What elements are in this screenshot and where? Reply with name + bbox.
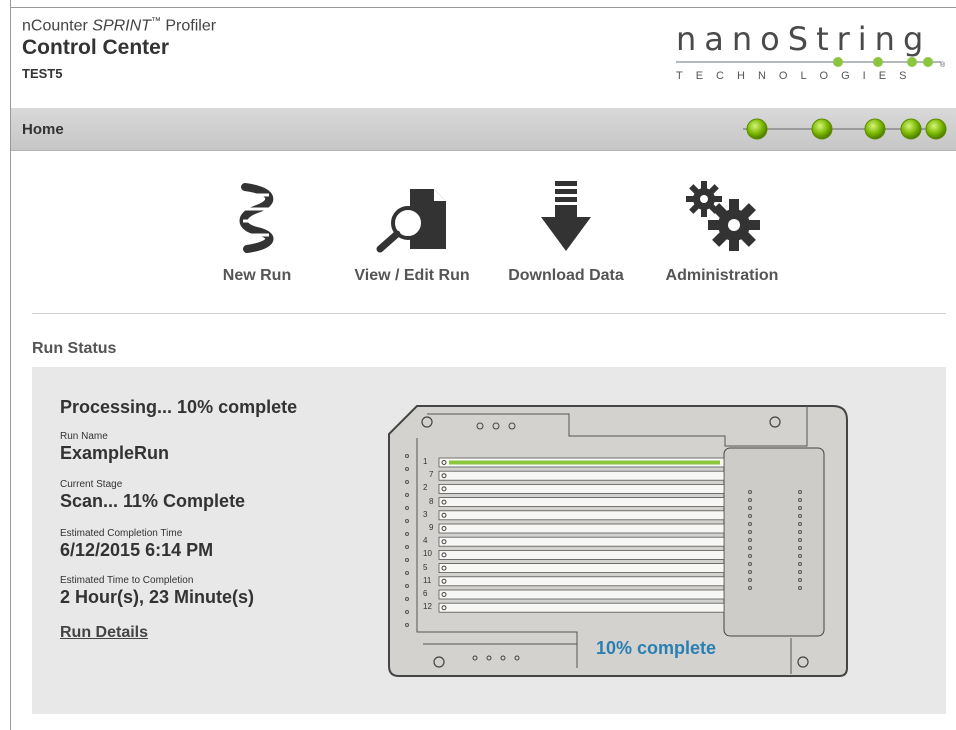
view-edit-run-button[interactable]: View / Edit Run	[350, 178, 474, 285]
lane-number: 7	[429, 470, 434, 480]
cartridge-diagram: 1 7 2 8 3 9 4 10 5 11 6 12	[387, 404, 851, 678]
lane-number: 9	[429, 523, 434, 532]
cartridge-lane	[438, 576, 725, 587]
administration-button[interactable]: Administration	[660, 178, 784, 285]
current-stage-value: Scan... 11% Complete	[60, 491, 246, 511]
dna-helix-icon	[214, 178, 300, 253]
section-divider	[32, 313, 946, 314]
lane-number: 6	[423, 589, 428, 598]
download-data-label: Download Data	[508, 267, 624, 284]
cartridge-lane	[438, 523, 725, 534]
product-name: nCounter SPRINT™ Profiler	[22, 16, 216, 35]
lane-number: 10	[423, 549, 432, 559]
run-name-value: ExampleRun	[60, 443, 170, 463]
lane-number: 3	[423, 509, 428, 519]
document-magnifier-icon	[350, 178, 474, 253]
page-title: Home	[22, 121, 64, 138]
lane-number: 4	[423, 536, 428, 546]
new-run-button[interactable]: New Run	[214, 178, 300, 285]
administration-label: Administration	[665, 267, 779, 284]
download-arrow-icon	[504, 178, 628, 253]
cartridge-lane	[438, 602, 725, 613]
active-lane-progress	[449, 460, 720, 465]
cartridge-lane	[438, 470, 725, 481]
view-edit-run-label: View / Edit Run	[354, 267, 470, 284]
current-stage-label: Current Stage	[60, 479, 123, 490]
time-to-completion-label: Estimated Time to Completion	[60, 575, 194, 586]
est-completion-value: 6/12/2015 6:14 PM	[60, 540, 214, 560]
status-headline: Processing... 10% complete	[60, 397, 298, 417]
est-completion-label: Estimated Completion Time	[60, 528, 183, 539]
logo-dot-line-icon	[676, 57, 941, 67]
gears-icon	[660, 178, 784, 253]
workflow-progress-dots-icon	[743, 118, 947, 140]
breadcrumb-bar: Home	[11, 108, 956, 151]
lane-number: 11	[423, 575, 432, 585]
lane-number: 12	[423, 602, 432, 612]
run-details-link[interactable]: Run Details	[60, 624, 148, 642]
lane-number: 2	[423, 483, 428, 493]
trademark-symbol: ™	[150, 16, 161, 27]
lane-number: 8	[429, 496, 434, 506]
product-suffix: Profiler	[160, 17, 217, 35]
lane-number: 5	[423, 562, 428, 572]
cartridge-lane	[438, 484, 725, 494]
app-title: Control Center	[22, 36, 169, 59]
product-model: SPRINT	[92, 17, 151, 35]
cartridge-lane	[438, 497, 725, 507]
nanostring-logo: nanoString ® TECHNOLOGIES	[676, 20, 948, 90]
run-name-label: Run Name	[60, 431, 108, 442]
registered-mark: ®	[940, 62, 946, 69]
instrument-name: TEST5	[22, 66, 63, 81]
time-to-completion-value: 2 Hour(s), 23 Minute(s)	[60, 587, 255, 607]
cartridge-outline	[388, 405, 848, 677]
run-status-heading: Run Status	[32, 340, 117, 357]
cartridge-lane	[438, 589, 725, 600]
product-prefix: nCounter	[22, 17, 93, 35]
cartridge-lane	[438, 563, 725, 574]
new-run-label: New Run	[222, 267, 292, 284]
cartridge-lane	[438, 549, 725, 560]
lane-number: 1	[423, 457, 428, 466]
cartridge-lane	[438, 536, 725, 547]
cartridge-lane	[438, 510, 725, 521]
cartridge-progress-label: 10% complete	[596, 638, 717, 658]
logo-tagline: TECHNOLOGIES	[676, 70, 920, 82]
download-data-button[interactable]: Download Data	[504, 178, 628, 285]
